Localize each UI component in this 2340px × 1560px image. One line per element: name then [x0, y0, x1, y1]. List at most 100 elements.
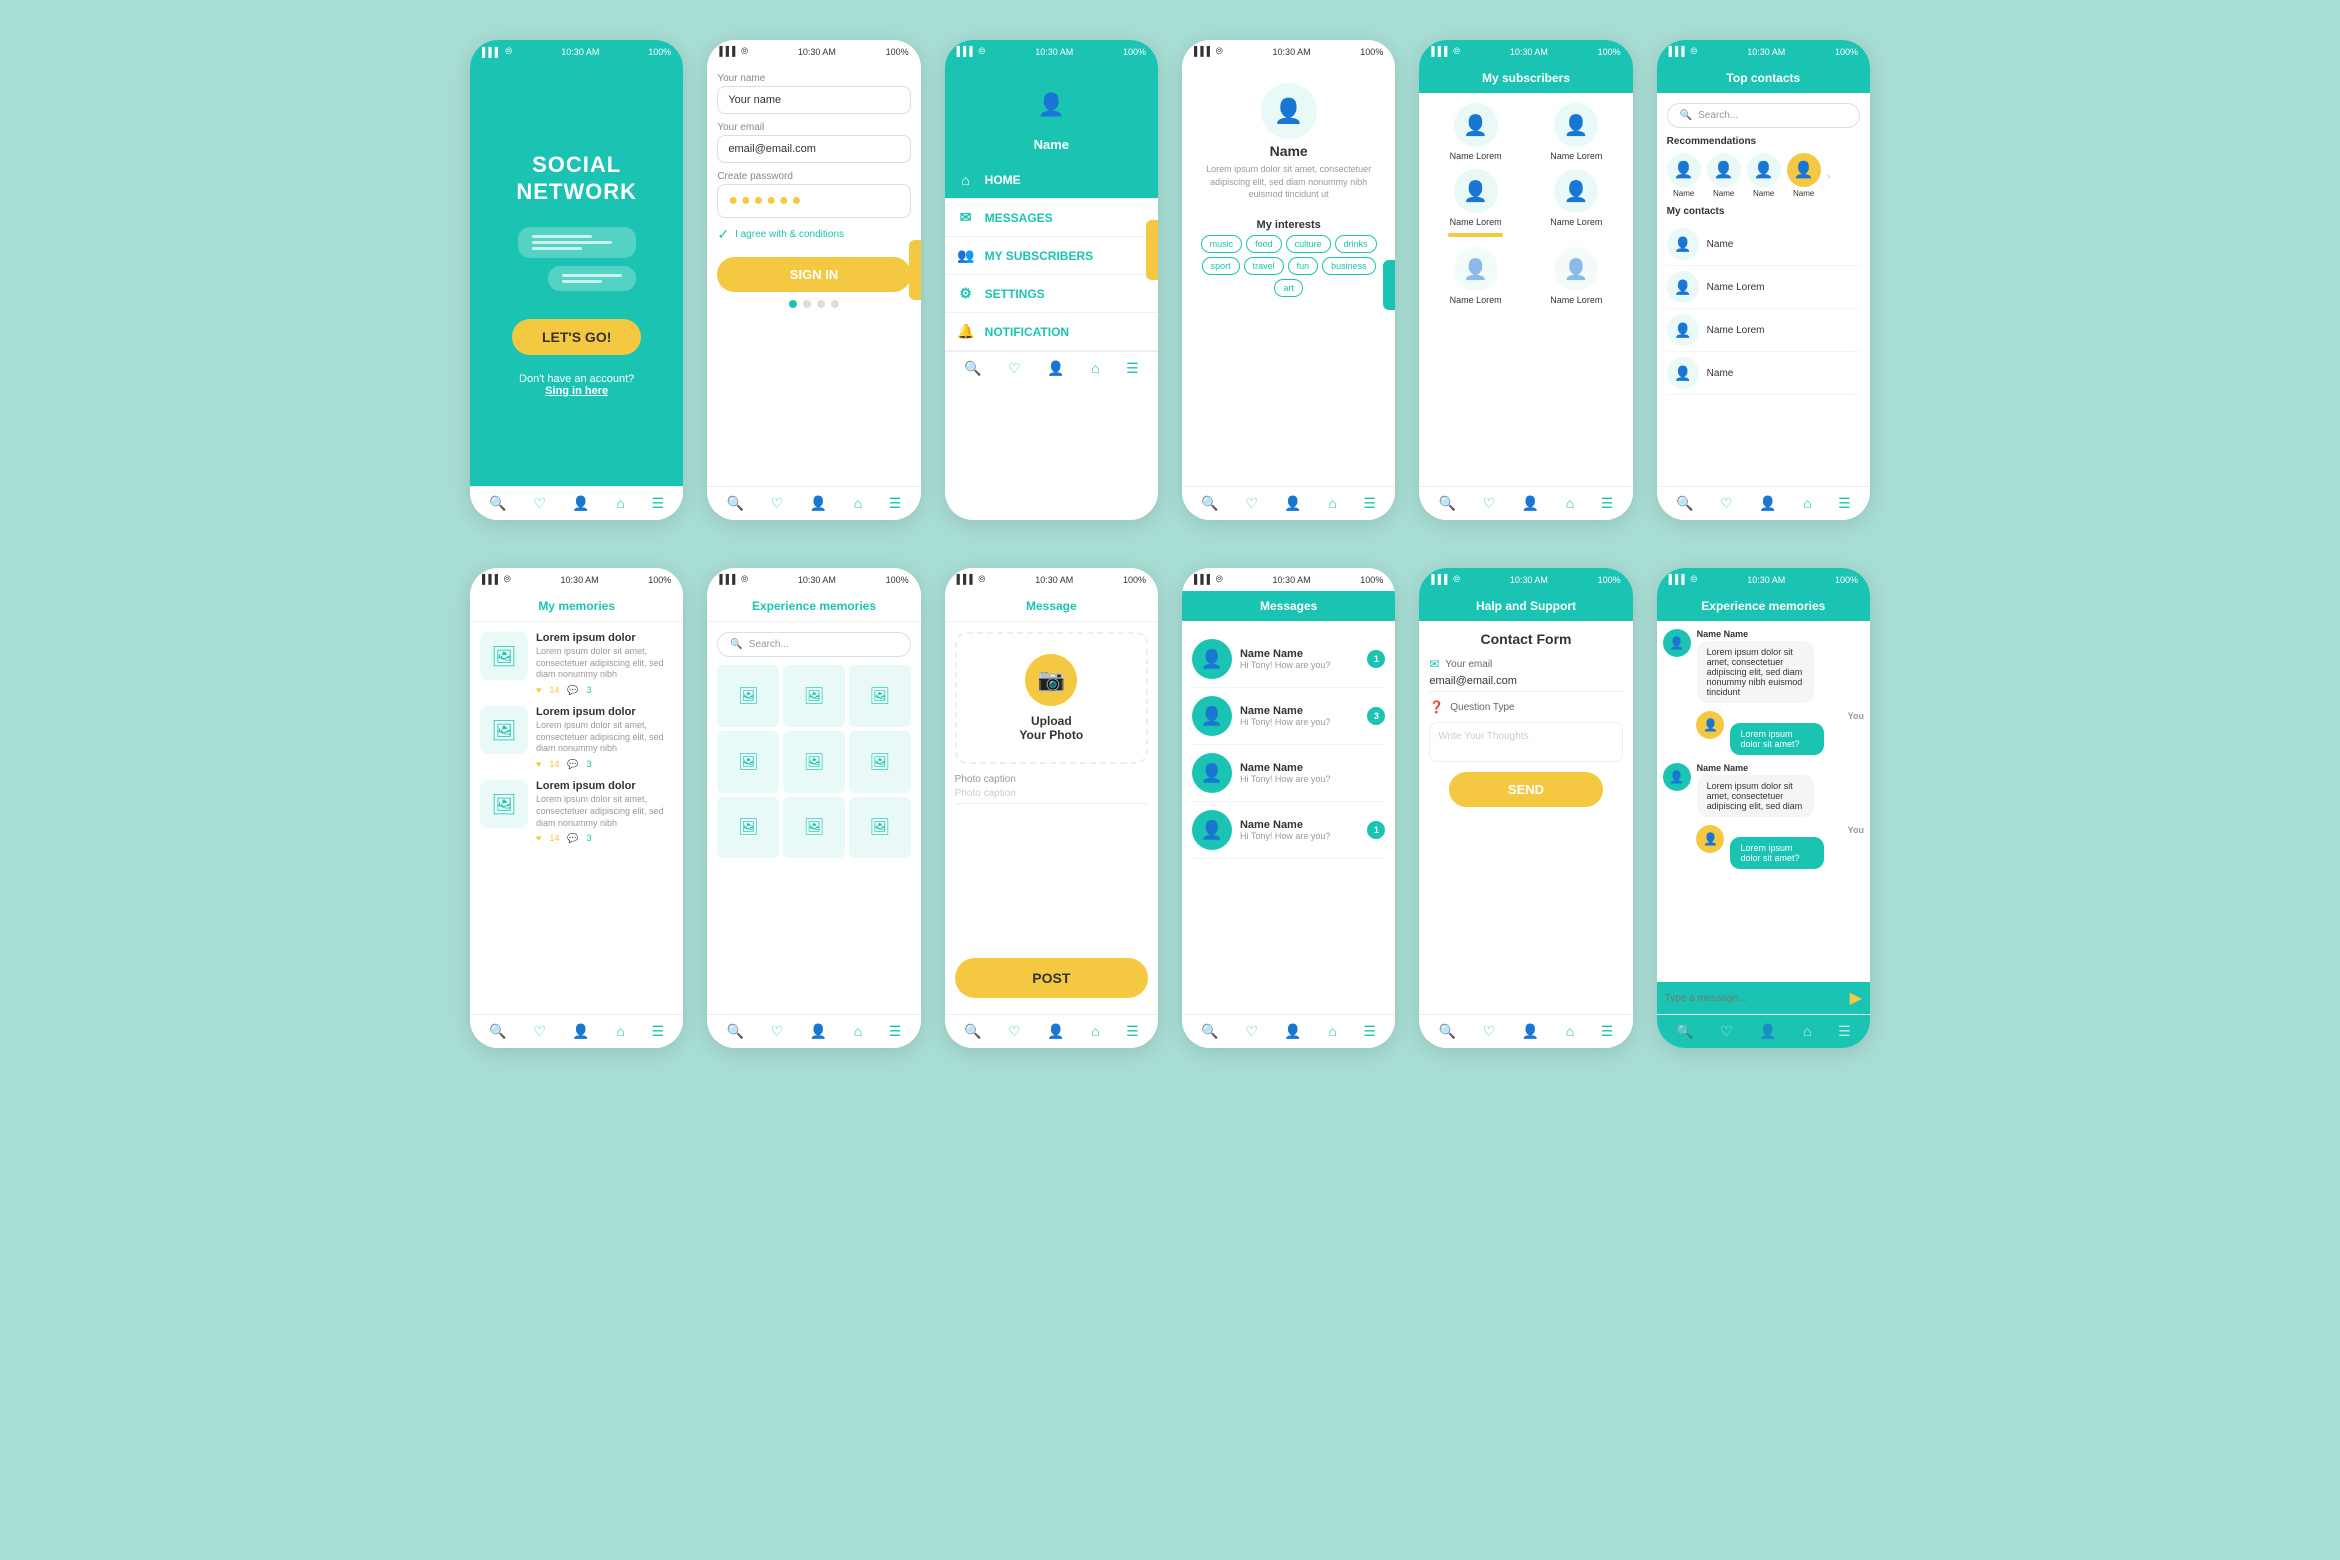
photo-cell-5: 🖼: [783, 731, 845, 793]
nav-search-4[interactable]: 🔍: [1201, 495, 1218, 512]
nav-home-10[interactable]: ⌂: [1328, 1023, 1336, 1040]
nav-search-5[interactable]: 🔍: [1439, 495, 1456, 512]
nav-search-1[interactable]: 🔍: [489, 495, 506, 512]
nav-home-8[interactable]: ⌂: [854, 1023, 862, 1040]
nav-profile-9[interactable]: 👤: [1047, 1023, 1064, 1040]
nav-home-1[interactable]: ⌂: [616, 495, 624, 512]
nav-search-7[interactable]: 🔍: [489, 1023, 506, 1040]
menu-item-subscribers[interactable]: 👥 MY SUBSCRIBERS: [945, 237, 1158, 275]
msg-item-2[interactable]: 👤 Name Name Hi Tony! How are you? 3: [1192, 688, 1385, 745]
nav-heart-7[interactable]: ♡: [533, 1023, 546, 1040]
signin-link[interactable]: Sing in here: [545, 385, 608, 397]
nav-profile-5[interactable]: 👤: [1522, 495, 1539, 512]
nav-home-9[interactable]: ⌂: [1091, 1023, 1099, 1040]
send-button[interactable]: SEND: [1449, 772, 1604, 807]
nav-search-6[interactable]: 🔍: [1676, 495, 1693, 512]
email-input[interactable]: [717, 135, 910, 163]
name-input[interactable]: [717, 86, 910, 114]
thoughts-area[interactable]: Write Your Thoughts: [1429, 722, 1622, 762]
nav-menu-1[interactable]: ☰: [651, 495, 664, 512]
nav-home-12[interactable]: ⌂: [1803, 1023, 1811, 1040]
tag-art[interactable]: art: [1274, 279, 1303, 297]
tag-music[interactable]: music: [1201, 235, 1243, 253]
nav-profile-3[interactable]: 👤: [1047, 360, 1064, 377]
msg-item-4[interactable]: 👤 Name Name Hi Tony! How are you? 1: [1192, 802, 1385, 859]
nav-heart-12[interactable]: ♡: [1720, 1023, 1733, 1040]
menu-item-notification[interactable]: 🔔 NOTIFICATION: [945, 313, 1158, 351]
tag-sport[interactable]: sport: [1202, 257, 1240, 275]
nav-heart-6[interactable]: ♡: [1720, 495, 1733, 512]
nav-profile-6[interactable]: 👤: [1759, 495, 1776, 512]
nav-home-3[interactable]: ⌂: [1091, 360, 1099, 377]
nav-home-6[interactable]: ⌂: [1803, 495, 1811, 512]
nav-search-2[interactable]: 🔍: [727, 495, 744, 512]
nav-menu-2[interactable]: ☰: [889, 495, 902, 512]
nav-menu-6[interactable]: ☰: [1838, 495, 1851, 512]
nav-menu-8[interactable]: ☰: [889, 1023, 902, 1040]
nav-menu-12[interactable]: ☰: [1838, 1023, 1851, 1040]
nav-heart-10[interactable]: ♡: [1245, 1023, 1258, 1040]
nav-search-8[interactable]: 🔍: [727, 1023, 744, 1040]
nav-profile-10[interactable]: 👤: [1284, 1023, 1301, 1040]
post-button[interactable]: POST: [955, 958, 1148, 998]
nav-home-11[interactable]: ⌂: [1566, 1023, 1574, 1040]
nav-menu-9[interactable]: ☰: [1126, 1023, 1139, 1040]
tag-drinks[interactable]: drinks: [1335, 235, 1377, 253]
nav-heart-11[interactable]: ♡: [1483, 1023, 1496, 1040]
nav-search-12[interactable]: 🔍: [1676, 1023, 1693, 1040]
nav-heart-1[interactable]: ♡: [533, 495, 546, 512]
nav-search-3[interactable]: 🔍: [964, 360, 981, 377]
nav-menu-10[interactable]: ☰: [1363, 1023, 1376, 1040]
nav-profile-1[interactable]: 👤: [572, 495, 589, 512]
nav-search-10[interactable]: 🔍: [1201, 1023, 1218, 1040]
nav-heart-3[interactable]: ♡: [1008, 360, 1021, 377]
contact-2[interactable]: 👤 Name Lorem: [1667, 266, 1860, 309]
msg-item-3[interactable]: 👤 Name Name Hi Tony! How are you?: [1192, 745, 1385, 802]
upload-area[interactable]: 📷 UploadYour Photo: [955, 632, 1148, 764]
menu-item-settings[interactable]: ⚙ SETTINGS: [945, 275, 1158, 313]
tag-fun[interactable]: fun: [1288, 257, 1319, 275]
nav-search-11[interactable]: 🔍: [1439, 1023, 1456, 1040]
nav-menu-7[interactable]: ☰: [651, 1023, 664, 1040]
phone6-header: Top contacts: [1657, 63, 1870, 93]
search-box-6[interactable]: 🔍 Search...: [1667, 103, 1860, 128]
nav-heart-2[interactable]: ♡: [771, 495, 784, 512]
nav-menu-11[interactable]: ☰: [1601, 1023, 1614, 1040]
subscriber-4: 👤 Name Lorem: [1530, 169, 1623, 239]
nav-menu-3[interactable]: ☰: [1126, 360, 1139, 377]
signin-button[interactable]: SIGN IN: [717, 257, 910, 292]
contact-3[interactable]: 👤 Name Lorem: [1667, 309, 1860, 352]
contact-1[interactable]: 👤 Name: [1667, 223, 1860, 266]
chat-send-icon[interactable]: ▶: [1850, 988, 1862, 1008]
tag-food[interactable]: food: [1246, 235, 1282, 253]
caption-input[interactable]: Photo caption: [955, 788, 1148, 804]
nav-home-2[interactable]: ⌂: [854, 495, 862, 512]
nav-profile-2[interactable]: 👤: [810, 495, 827, 512]
tag-culture[interactable]: culture: [1286, 235, 1331, 253]
nav-home-7[interactable]: ⌂: [616, 1023, 624, 1040]
nav-heart-9[interactable]: ♡: [1008, 1023, 1021, 1040]
nav-profile-12[interactable]: 👤: [1759, 1023, 1776, 1040]
chat-input[interactable]: [1665, 993, 1844, 1004]
lets-go-button[interactable]: LET'S GO!: [512, 319, 641, 355]
nav-profile-11[interactable]: 👤: [1522, 1023, 1539, 1040]
nav-profile-7[interactable]: 👤: [572, 1023, 589, 1040]
tag-travel[interactable]: travel: [1244, 257, 1284, 275]
nav-heart-4[interactable]: ♡: [1245, 495, 1258, 512]
password-input[interactable]: ●●●●●●: [717, 184, 910, 218]
nav-search-9[interactable]: 🔍: [964, 1023, 981, 1040]
nav-profile-4[interactable]: 👤: [1284, 495, 1301, 512]
nav-menu-4[interactable]: ☰: [1363, 495, 1376, 512]
nav-heart-8[interactable]: ♡: [771, 1023, 784, 1040]
nav-home-5[interactable]: ⌂: [1566, 495, 1574, 512]
contact-4[interactable]: 👤 Name: [1667, 352, 1860, 395]
nav-heart-5[interactable]: ♡: [1483, 495, 1496, 512]
nav-profile-8[interactable]: 👤: [810, 1023, 827, 1040]
search-box-8[interactable]: 🔍 Search...: [717, 632, 910, 657]
msg-item-1[interactable]: 👤 Name Name Hi Tony! How are you? 1: [1192, 631, 1385, 688]
menu-item-messages[interactable]: ✉ MESSAGES: [945, 199, 1158, 237]
nav-home-4[interactable]: ⌂: [1328, 495, 1336, 512]
nav-menu-5[interactable]: ☰: [1601, 495, 1614, 512]
menu-item-home[interactable]: ⌂ HOME: [945, 162, 1158, 199]
tag-business[interactable]: business: [1322, 257, 1376, 275]
